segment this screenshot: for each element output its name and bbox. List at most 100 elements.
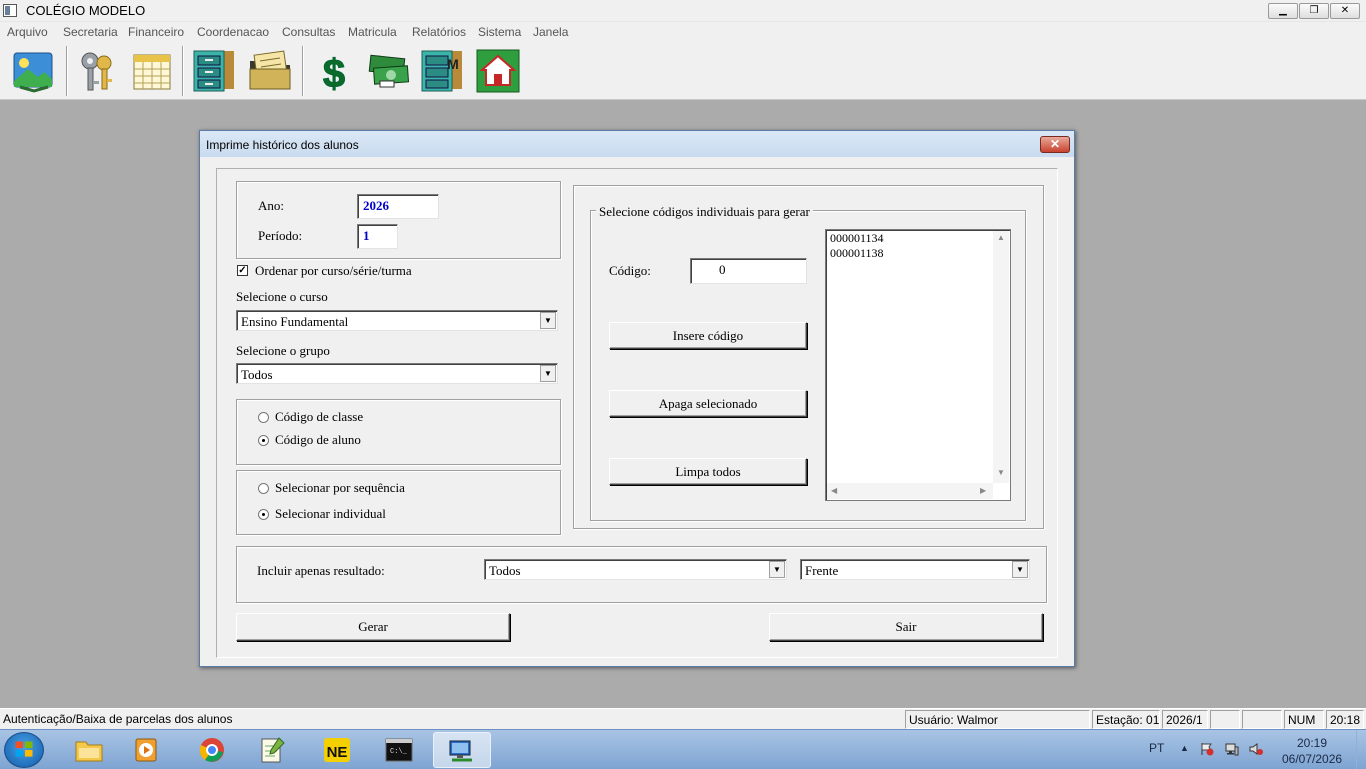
chrome-icon[interactable] — [185, 732, 239, 768]
codigo-aluno-label[interactable]: Código de aluno — [275, 432, 361, 448]
menu-matricula[interactable]: Matricula — [348, 25, 397, 39]
network-tray-icon[interactable] — [1225, 742, 1239, 756]
scroll-right-icon[interactable]: ▶ — [980, 486, 986, 495]
status-empty-2 — [1242, 710, 1282, 729]
tray-expand-icon[interactable]: ▲ — [1180, 743, 1189, 753]
app-titlebar: COLÉGIO MODELO ▁ ❐ ✕ — [0, 0, 1366, 22]
ano-input[interactable]: 2026 — [357, 194, 439, 219]
calendar-icon[interactable] — [128, 47, 176, 95]
windows-start-icon[interactable] — [4, 732, 44, 768]
status-time: 20:18 — [1326, 710, 1364, 729]
resultado-select[interactable]: Todos ▼ — [484, 559, 787, 580]
insere-codigo-button[interactable]: Insere código — [609, 322, 807, 349]
close-app-button[interactable]: ✕ — [1330, 3, 1360, 19]
status-num: NUM — [1284, 710, 1324, 729]
chevron-down-icon[interactable]: ▼ — [540, 312, 556, 329]
menu-financeiro[interactable]: Financeiro — [128, 25, 184, 39]
codes-listbox[interactable]: 000001134 000001138 ▲ ▼ ◀ ▶ — [825, 229, 1011, 501]
scroll-down-icon[interactable]: ▼ — [997, 468, 1005, 477]
limpa-todos-button[interactable]: Limpa todos — [609, 458, 807, 485]
action-center-flag-icon[interactable] — [1200, 742, 1214, 756]
status-periodo: 2026/1 — [1162, 710, 1208, 729]
chevron-down-icon[interactable]: ▼ — [1012, 561, 1028, 578]
grupo-label: Selecione o grupo — [236, 343, 330, 358]
vertical-scrollbar[interactable]: ▲ ▼ — [993, 231, 1009, 483]
taskbar: NE C:\_ PT ▲ 20:19 06/07/2026 — [0, 729, 1366, 769]
menu-arquivo[interactable]: Arquivo — [7, 25, 48, 39]
curso-select-value: Ensino Fundamental — [241, 314, 349, 329]
codigo-classe-radio[interactable] — [258, 412, 269, 423]
codigo-label: Código: — [609, 263, 651, 278]
keys-icon[interactable] — [74, 47, 122, 95]
scroll-up-icon[interactable]: ▲ — [997, 233, 1005, 242]
ano-periodo-group: Ano: 2026 Período: 1 — [236, 181, 561, 259]
sair-button[interactable]: Sair — [769, 613, 1043, 641]
codigo-aluno-radio[interactable] — [258, 435, 269, 446]
selecao-group: Selecionar por sequência Selecionar indi… — [236, 470, 561, 535]
curso-select[interactable]: Ensino Fundamental ▼ — [236, 310, 558, 331]
menu-relatorios[interactable]: Relatórios — [412, 25, 466, 39]
chevron-down-icon[interactable]: ▼ — [769, 561, 785, 578]
menu-bar: Arquivo Secretaria Financeiro Coordenaca… — [0, 22, 1366, 42]
command-prompt-icon[interactable]: C:\_ — [372, 732, 426, 768]
grupo-select[interactable]: Todos ▼ — [236, 363, 558, 384]
status-estacao: Estação: 01 — [1092, 710, 1160, 729]
selecionar-individual-label[interactable]: Selecionar individual — [275, 506, 386, 522]
scroll-left-icon[interactable]: ◀ — [831, 486, 837, 495]
show-desktop-button[interactable] — [1356, 730, 1366, 769]
horizontal-scrollbar[interactable]: ◀ ▶ — [827, 483, 993, 499]
home-icon[interactable] — [474, 47, 522, 95]
list-item[interactable]: 000001134 — [830, 231, 884, 246]
svg-text:$: $ — [323, 52, 345, 95]
menu-secretaria[interactable]: Secretaria — [63, 25, 118, 39]
codigo-input[interactable]: 0 — [690, 258, 807, 284]
app-icon[interactable] — [3, 4, 17, 17]
toolbar-separator — [302, 46, 304, 96]
selecionar-sequencia-radio[interactable] — [258, 483, 269, 494]
menu-sistema[interactable]: Sistema — [478, 25, 521, 39]
filing-cabinet-icon[interactable] — [190, 47, 238, 95]
minimize-button[interactable]: ▁ — [1268, 3, 1298, 19]
dialog-titlebar[interactable]: Imprime histórico dos alunos ✕ — [200, 131, 1074, 157]
ordenar-checkbox[interactable]: ✓ — [237, 265, 248, 276]
apaga-selecionado-button[interactable]: Apaga selecionado — [609, 390, 807, 417]
dollar-icon[interactable]: $ — [310, 47, 358, 97]
list-item[interactable]: 000001138 — [830, 246, 884, 261]
documents-folder-icon[interactable] — [246, 47, 294, 95]
media-player-icon[interactable] — [120, 732, 174, 768]
notepad-plus-icon[interactable] — [245, 732, 299, 768]
filing-cabinet-m-icon[interactable]: M — [418, 47, 466, 95]
ano-label: Ano: — [258, 198, 284, 213]
dialog-body: Ano: 2026 Período: 1 ✓ Ordenar por curso… — [216, 168, 1058, 658]
ne-app-icon[interactable]: NE — [310, 732, 364, 768]
explorer-folder-icon[interactable] — [62, 732, 116, 768]
lado-select[interactable]: Frente ▼ — [800, 559, 1030, 580]
svg-text:M: M — [447, 56, 459, 72]
maximize-button[interactable]: ❐ — [1299, 3, 1329, 19]
money-bills-icon[interactable] — [364, 47, 412, 95]
tray-language[interactable]: PT — [1149, 741, 1164, 755]
status-bar: Autenticação/Baixa de parcelas dos aluno… — [0, 708, 1366, 729]
codigo-classe-label[interactable]: Código de classe — [275, 409, 363, 425]
dialog-close-button[interactable]: ✕ — [1040, 136, 1070, 153]
toolbar: $ M — [0, 42, 1366, 100]
svg-text:NE: NE — [327, 744, 348, 761]
selecionar-sequencia-label[interactable]: Selecionar por sequência — [275, 480, 405, 496]
network-app-icon[interactable] — [433, 732, 491, 768]
periodo-input[interactable]: 1 — [357, 224, 398, 249]
clock-date[interactable]: 06/07/2026 — [1282, 752, 1342, 766]
selecionar-individual-radio[interactable] — [258, 509, 269, 520]
clock-time[interactable]: 20:19 — [1297, 736, 1327, 750]
volume-muted-icon[interactable] — [1249, 742, 1263, 756]
toolbar-separator — [66, 46, 68, 96]
menu-janela[interactable]: Janela — [533, 25, 568, 39]
menu-coordenacao[interactable]: Coordenacao — [197, 25, 269, 39]
historico-dialog: Imprime histórico dos alunos ✕ Ano: 2026… — [199, 130, 1075, 667]
menu-consultas[interactable]: Consultas — [282, 25, 335, 39]
gerar-button[interactable]: Gerar — [236, 613, 510, 641]
app-title: COLÉGIO MODELO — [26, 3, 146, 18]
image-landscape-icon[interactable] — [10, 47, 58, 95]
dialog-title: Imprime histórico dos alunos — [206, 138, 359, 152]
lado-select-value: Frente — [805, 563, 839, 578]
chevron-down-icon[interactable]: ▼ — [540, 365, 556, 382]
